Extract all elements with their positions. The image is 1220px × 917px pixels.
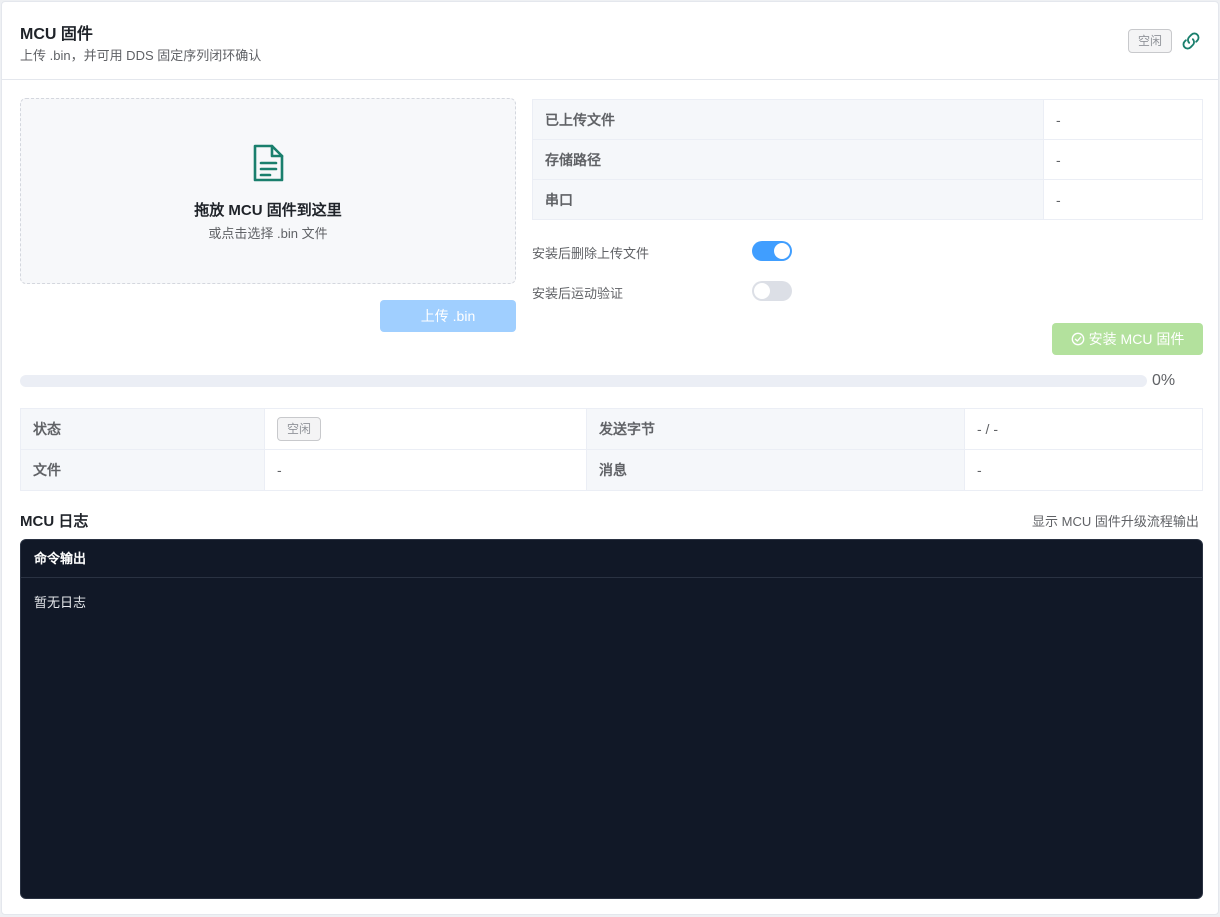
table-row: 串口 - [532,179,1203,220]
status-badge: 空闲 [277,417,322,441]
table-row: 文件 - 消息 - [20,449,1203,491]
dropzone-title: 拖放 MCU 固件到这里 [194,202,342,219]
install-progress-bar [20,375,1147,387]
progress-percent: 0% [1152,372,1176,389]
dropzone-hint: 或点击选择 .bin 文件 [208,226,328,241]
upload-info-table: 已上传文件 - 存储路径 - 串口 - [532,99,1203,220]
delete-after-install-label: 安装后删除上传文件 [532,246,650,261]
page-title: MCU 固件 [20,26,93,43]
storage-path-label: 存储路径 [532,139,1044,180]
table-row: 状态 空闲 发送字节 - / - [20,408,1203,450]
state-value: 空闲 [264,408,587,450]
table-row: 已上传文件 - [532,99,1203,140]
uploaded-file-value: - [1043,99,1203,140]
message-value: - [964,449,1203,491]
log-section-hint: 显示 MCU 固件升级流程输出 [1032,514,1199,529]
status-table: 状态 空闲 发送字节 - / - 文件 - 消息 - [20,408,1203,491]
log-section-title: MCU 日志 [20,513,89,530]
bytes-sent-value: - / - [964,408,1203,450]
document-icon [250,143,286,183]
install-mcu-firmware-button[interactable]: 安装 MCU 固件 [1052,323,1203,355]
mcu-firmware-card: MCU 固件 上传 .bin，并可用 DDS 固定序列闭环确认 空闲 拖放 MC… [1,1,1219,915]
check-circle-icon [1071,325,1085,346]
serial-port-label: 串口 [532,179,1044,220]
motion-verify-label: 安装后运动验证 [532,286,624,301]
header-status-badge: 空闲 [1128,29,1172,53]
upload-bin-button[interactable]: 上传 .bin [380,300,516,332]
log-terminal[interactable]: 命令输出 暂无日志 [20,539,1203,899]
file-value: - [264,449,587,491]
toggle-knob [774,243,790,259]
page-subtitle: 上传 .bin，并可用 DDS 固定序列闭环确认 [20,48,262,63]
install-button-label: 安装 MCU 固件 [1088,331,1185,347]
motion-verify-toggle[interactable] [752,281,792,301]
terminal-output: 暂无日志 [34,596,87,611]
firmware-dropzone[interactable]: 拖放 MCU 固件到这里 或点击选择 .bin 文件 [20,98,516,284]
table-row: 存储路径 - [532,139,1203,180]
state-label: 状态 [20,408,265,450]
toggle-knob [754,283,770,299]
bytes-sent-label: 发送字节 [586,408,965,450]
card-header: MCU 固件 上传 .bin，并可用 DDS 固定序列闭环确认 空闲 [2,2,1218,80]
delete-after-install-toggle[interactable] [752,241,792,261]
message-label: 消息 [586,449,965,491]
file-label: 文件 [20,449,265,491]
uploaded-file-label: 已上传文件 [532,99,1044,140]
storage-path-value: - [1043,139,1203,180]
link-icon[interactable] [1180,30,1202,52]
serial-port-value: - [1043,179,1203,220]
terminal-title: 命令输出 [21,540,1202,578]
